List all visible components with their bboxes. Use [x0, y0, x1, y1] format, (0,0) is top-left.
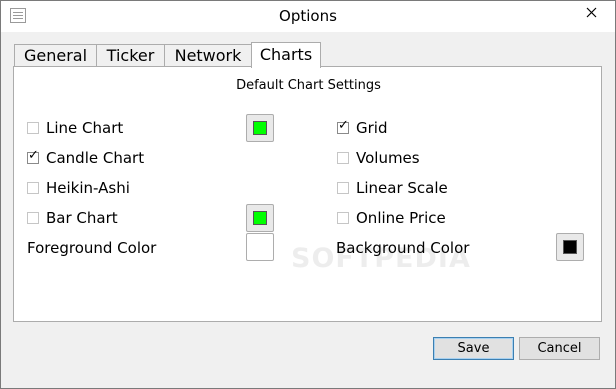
line-chart-option[interactable]: Line Chart [27, 118, 123, 138]
candle-chart-label: Candle Chart [46, 149, 145, 167]
window-title: Options [279, 7, 337, 25]
checkmark-icon: ✓ [28, 148, 39, 163]
tab-network[interactable]: Network [164, 44, 252, 66]
line-chart-color-button[interactable] [246, 114, 274, 142]
close-icon [586, 7, 597, 18]
heikin-ashi-option[interactable]: Heikin-Ashi [27, 178, 130, 198]
background-color-button[interactable] [556, 233, 584, 261]
heikin-ashi-label: Heikin-Ashi [46, 179, 130, 197]
heikin-ashi-checkbox[interactable] [27, 182, 39, 194]
bar-chart-color-swatch [253, 211, 267, 225]
title-bar[interactable]: Options [1, 1, 615, 32]
bar-chart-option[interactable]: Bar Chart [27, 208, 118, 228]
online-price-label: Online Price [356, 209, 446, 227]
tab-general[interactable]: General [14, 44, 97, 66]
volumes-label: Volumes [356, 149, 420, 167]
charts-tab-panel: Default Chart Settings Line Chart ✓ Cand… [13, 66, 602, 322]
candle-chart-checkbox[interactable]: ✓ [27, 148, 39, 164]
online-price-checkbox[interactable] [337, 212, 349, 224]
volumes-checkbox[interactable] [337, 152, 349, 164]
line-chart-color-swatch [253, 121, 267, 135]
linear-scale-checkbox[interactable] [337, 182, 349, 194]
online-price-option[interactable]: Online Price [337, 208, 446, 228]
foreground-color-button[interactable] [246, 233, 274, 261]
softpedia-watermark: SOFTPEDIA [291, 243, 471, 274]
bar-chart-checkbox[interactable] [27, 212, 39, 224]
tab-ticker[interactable]: Ticker [96, 44, 165, 66]
cancel-button[interactable]: Cancel [519, 337, 600, 360]
background-color-swatch [563, 240, 577, 254]
line-chart-label: Line Chart [46, 119, 124, 137]
bar-chart-label: Bar Chart [46, 209, 118, 227]
checkmark-icon: ✓ [338, 118, 349, 133]
section-title: Default Chart Settings [236, 78, 381, 93]
tab-charts[interactable]: Charts [251, 42, 321, 68]
foreground-color-label: Foreground Color [27, 239, 157, 257]
close-button[interactable] [574, 1, 608, 23]
linear-scale-option[interactable]: Linear Scale [337, 178, 448, 198]
line-chart-checkbox[interactable] [27, 122, 39, 134]
options-dialog: Options General Ticker Network Charts De… [0, 0, 616, 389]
bar-chart-color-button[interactable] [246, 204, 274, 232]
save-button[interactable]: Save [433, 337, 514, 360]
volumes-option[interactable]: Volumes [337, 148, 420, 168]
grid-label: Grid [356, 119, 388, 137]
candle-chart-option[interactable]: ✓ Candle Chart [27, 148, 144, 168]
grid-option[interactable]: ✓ Grid [337, 118, 387, 138]
grid-checkbox[interactable]: ✓ [337, 118, 349, 134]
linear-scale-label: Linear Scale [356, 179, 448, 197]
